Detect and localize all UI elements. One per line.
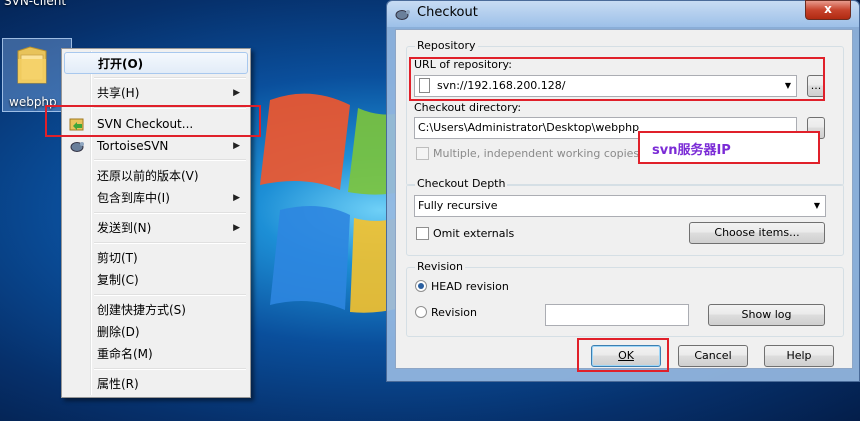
checkout-depth-label: Checkout Depth [415, 177, 508, 190]
menu-item-label: 还原以前的版本(V) [97, 169, 199, 183]
dialog-titlebar[interactable]: Checkout [387, 1, 859, 27]
menu-separator [94, 159, 246, 161]
menu-item-rename[interactable]: 重命名(M) [64, 343, 248, 365]
folder-icon [17, 46, 47, 84]
highlight-url-field [409, 57, 825, 101]
submenu-arrow-icon: ▶ [233, 141, 240, 151]
revision-group [406, 267, 844, 337]
menu-item-label: TortoiseSVN [97, 139, 169, 153]
revision-label: Revision [431, 306, 477, 319]
menu-item-include-in-library[interactable]: 包含到库中(I) ▶ [64, 187, 248, 209]
menu-separator [94, 294, 246, 296]
submenu-arrow-icon: ▶ [233, 223, 240, 233]
menu-item-share[interactable]: 共享(H) ▶ [64, 82, 248, 104]
submenu-arrow-icon: ▶ [233, 193, 240, 203]
menu-item-label: 打开(O) [98, 57, 144, 71]
submenu-arrow-icon: ▶ [233, 88, 240, 98]
cancel-button[interactable]: Cancel [678, 345, 748, 367]
omit-externals-checkbox[interactable] [416, 227, 429, 240]
menu-item-label: 创建快捷方式(S) [97, 303, 186, 317]
menu-item-tortoisesvn[interactable]: TortoiseSVN ▶ [64, 135, 248, 157]
menu-item-label: 复制(C) [97, 273, 139, 287]
menu-item-label: 共享(H) [97, 86, 140, 100]
depth-select[interactable]: Fully recursive ▼ [414, 195, 826, 217]
head-revision-radio[interactable] [415, 280, 427, 292]
desktop-window-title: SVN-client [4, 0, 67, 8]
menu-item-label: 包含到库中(I) [97, 191, 170, 205]
menu-item-send-to[interactable]: 发送到(N) ▶ [64, 217, 248, 239]
menu-separator [94, 77, 246, 79]
close-button[interactable]: x [805, 0, 851, 20]
revision-input[interactable] [545, 304, 689, 326]
show-log-button[interactable]: Show log [708, 304, 825, 326]
help-button[interactable]: Help [764, 345, 834, 367]
repository-group-label: Repository [415, 39, 478, 52]
annotation-text: svn服务器IP [652, 143, 731, 158]
close-icon: x [824, 2, 832, 16]
highlight-svn-checkout [45, 105, 261, 137]
depth-value: Fully recursive [418, 199, 498, 212]
menu-separator [94, 212, 246, 214]
revision-radio[interactable] [415, 306, 427, 318]
chevron-down-icon: ▼ [813, 201, 820, 210]
menu-item-properties[interactable]: 属性(R) [64, 373, 248, 395]
tortoisesvn-icon [70, 142, 84, 152]
head-revision-label: HEAD revision [431, 280, 509, 293]
annotation-callout: svn服务器IP [638, 131, 820, 164]
checkout-dir-label: Checkout directory: [414, 101, 522, 114]
menu-item-label: 剪切(T) [97, 251, 138, 265]
dialog-title: Checkout [417, 5, 478, 20]
tortoisesvn-icon [395, 10, 410, 20]
menu-item-restore-versions[interactable]: 还原以前的版本(V) [64, 165, 248, 187]
menu-item-label: 重命名(M) [97, 347, 153, 361]
choose-items-button[interactable]: Choose items... [689, 222, 825, 244]
omit-externals-label: Omit externals [433, 227, 515, 240]
menu-item-open[interactable]: 打开(O) [64, 52, 248, 74]
highlight-ok-button [577, 338, 669, 372]
multiple-label: Multiple, independent working copies [433, 147, 640, 160]
menu-separator [94, 242, 246, 244]
revision-group-label: Revision [415, 260, 465, 273]
menu-item-label: 属性(R) [97, 377, 139, 391]
menu-item-copy[interactable]: 复制(C) [64, 269, 248, 291]
multiple-checkbox[interactable] [416, 147, 429, 160]
menu-item-cut[interactable]: 剪切(T) [64, 247, 248, 269]
menu-item-create-shortcut[interactable]: 创建快捷方式(S) [64, 299, 248, 321]
menu-item-label: 发送到(N) [97, 221, 152, 235]
menu-separator [94, 368, 246, 370]
menu-item-label: 删除(D) [97, 325, 140, 339]
menu-item-delete[interactable]: 删除(D) [64, 321, 248, 343]
context-menu: 打开(O) 共享(H) ▶ SVN Checkout... TortoiseSV… [61, 48, 251, 398]
